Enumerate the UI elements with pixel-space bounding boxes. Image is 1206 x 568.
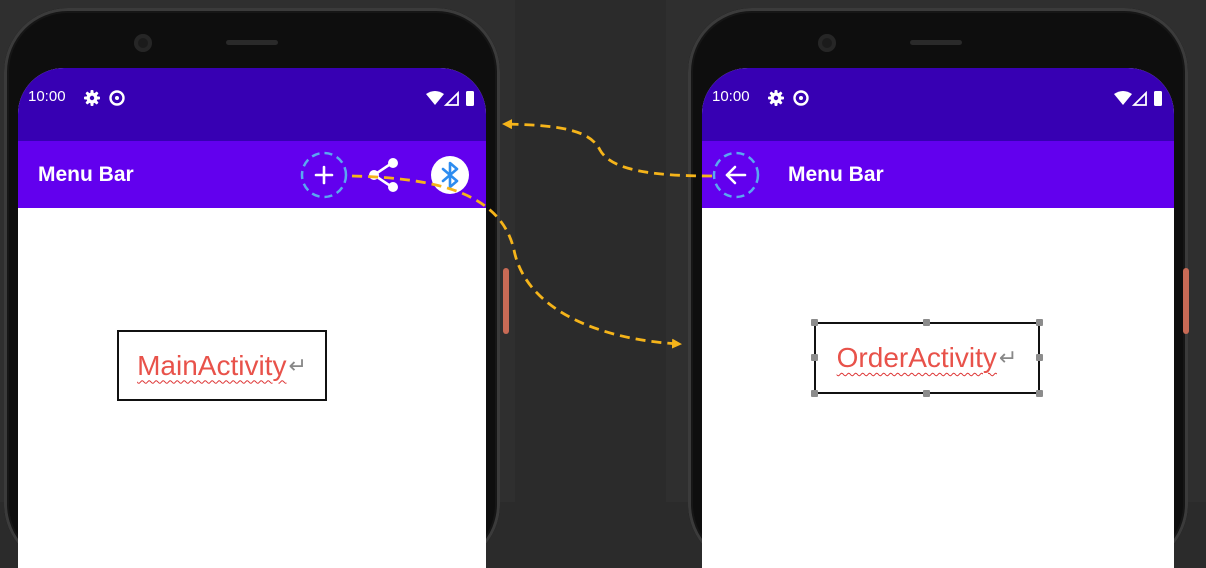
main-activity-label-box: MainActivity ↵ <box>117 330 327 401</box>
status-icons-right <box>1114 90 1166 108</box>
data-saver-icon <box>793 90 809 106</box>
app-bar: Menu Bar <box>702 141 1174 208</box>
back-arrow-icon <box>725 165 747 185</box>
return-mark-icon: ↵ <box>998 345 1018 370</box>
appbar-title: Menu Bar <box>38 163 134 186</box>
power-button <box>503 268 509 334</box>
power-button <box>1183 268 1189 334</box>
order-activity-label: OrderActivity <box>836 342 997 373</box>
left-phone-frame: 10:00 Menu Bar MainActivity ↵ <box>4 8 509 568</box>
gear-icon <box>768 90 784 106</box>
resize-handle[interactable] <box>1036 354 1043 361</box>
status-time: 10:00 <box>28 88 66 105</box>
status-icons-left <box>84 89 128 107</box>
resize-handle[interactable] <box>1036 390 1043 397</box>
resize-handle[interactable] <box>923 319 930 326</box>
earpiece-speaker <box>910 40 962 45</box>
gear-icon <box>84 90 100 106</box>
battery-icon <box>1154 91 1162 106</box>
signal-icon <box>443 90 459 106</box>
battery-icon <box>466 91 474 106</box>
resize-handle[interactable] <box>1036 319 1043 326</box>
resize-handle[interactable] <box>811 319 818 326</box>
resize-handle[interactable] <box>811 354 818 361</box>
resize-handle[interactable] <box>811 390 818 397</box>
earpiece-speaker <box>226 40 278 45</box>
status-bar: 10:00 <box>702 68 1174 141</box>
app-bar: Menu Bar <box>18 141 486 208</box>
bluetooth-action-button[interactable] <box>430 155 470 195</box>
share-action-button[interactable] <box>366 157 402 193</box>
status-icons-right <box>426 90 478 108</box>
front-camera <box>134 34 152 52</box>
main-activity-label: MainActivity <box>137 349 287 381</box>
status-time: 10:00 <box>712 88 750 105</box>
status-bar: 10:00 <box>18 68 486 141</box>
data-saver-icon <box>109 90 125 106</box>
resize-handle[interactable] <box>923 390 930 397</box>
right-phone-frame: 10:00 Menu Bar OrderActivity ↵ <box>688 8 1189 568</box>
share-icon <box>369 158 398 192</box>
wifi-icon <box>1114 91 1132 105</box>
return-mark-icon: ↵ <box>288 352 307 378</box>
add-icon <box>314 165 334 185</box>
add-action-button[interactable] <box>300 151 348 199</box>
order-activity-label-box: OrderActivity ↵ <box>811 319 1043 397</box>
right-screen: 10:00 Menu Bar OrderActivity ↵ <box>702 68 1174 568</box>
wifi-icon <box>426 91 444 105</box>
status-icons-left <box>768 89 812 107</box>
signal-icon <box>1131 90 1147 106</box>
appbar-title: Menu Bar <box>788 163 884 186</box>
front-camera <box>818 34 836 52</box>
left-screen: 10:00 Menu Bar MainActivity ↵ <box>18 68 486 568</box>
back-action-button[interactable] <box>712 151 760 199</box>
